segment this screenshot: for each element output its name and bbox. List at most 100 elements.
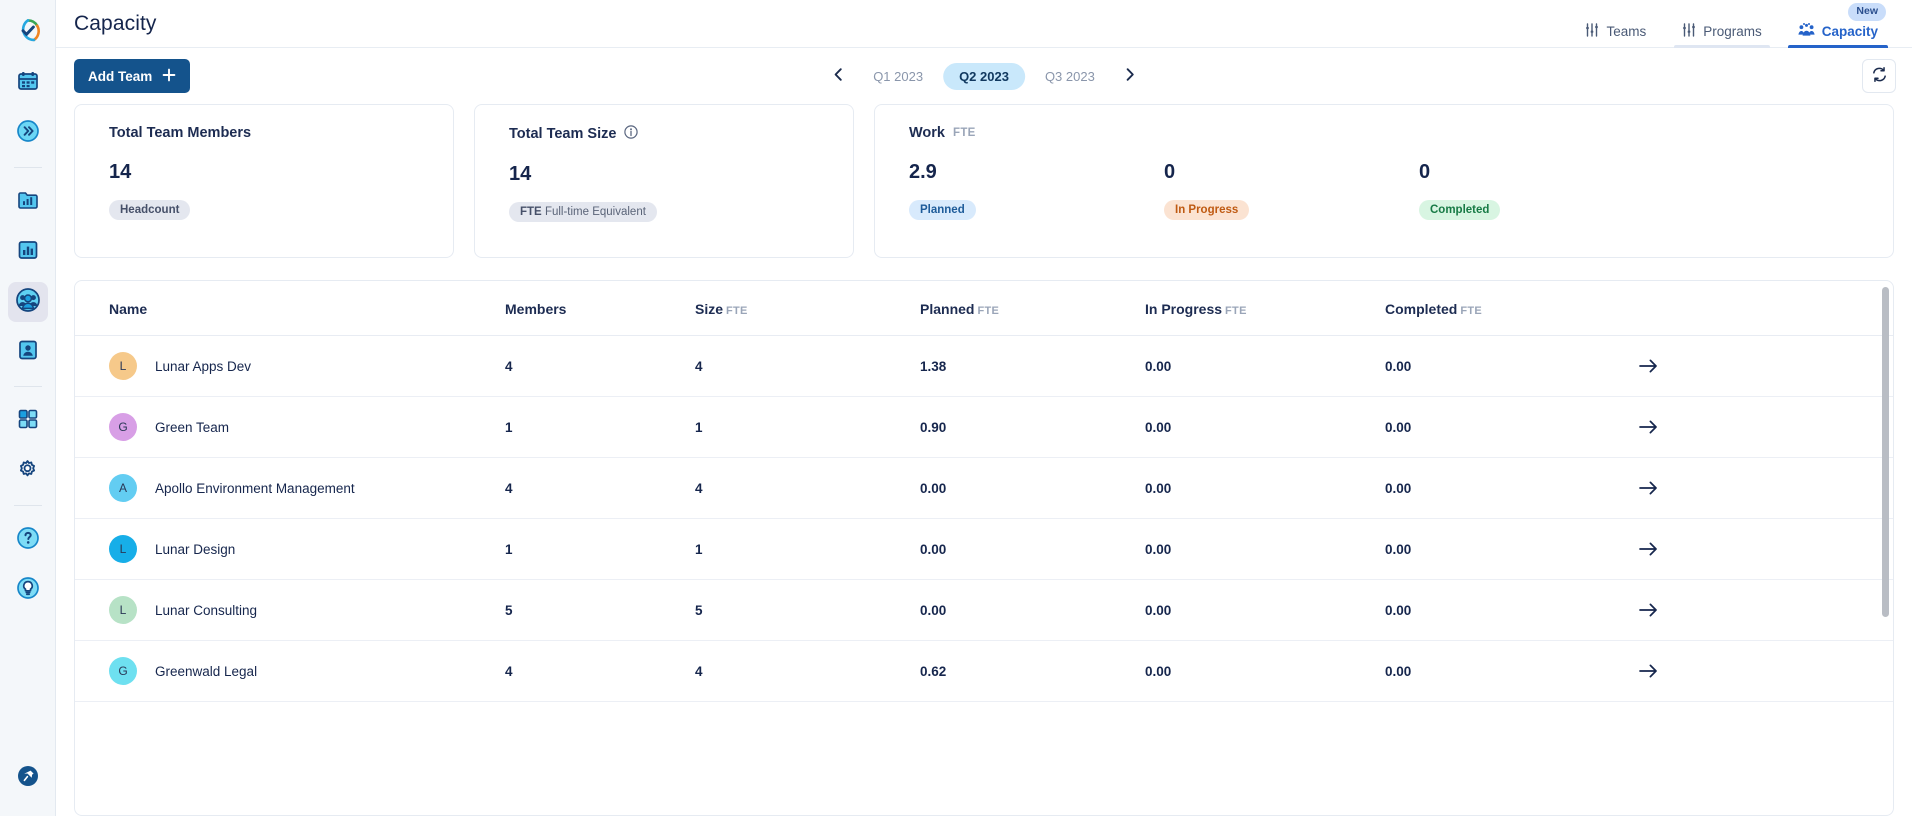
nav-item-label: Programs — [1703, 24, 1762, 39]
card-label-text: Work — [909, 125, 945, 141]
next-quarter-button[interactable] — [1115, 61, 1145, 91]
team-name: Greenwald Legal — [155, 664, 257, 679]
avatar: A — [109, 474, 137, 502]
sidebar-item-people[interactable] — [8, 332, 48, 372]
quarter-q3-2023[interactable]: Q3 2023 — [1029, 63, 1111, 90]
status-badge: In Progress — [1164, 200, 1249, 220]
column-header-size[interactable]: SizeFTE — [695, 281, 920, 336]
card-value: 0 — [1164, 161, 1419, 184]
cell-actions[interactable] — [1635, 641, 1893, 702]
column-header-completed[interactable]: CompletedFTE — [1385, 281, 1635, 336]
sidebar-item-pin[interactable] — [8, 758, 48, 798]
cell-actions[interactable] — [1635, 519, 1893, 580]
sidebar-item-analytics[interactable] — [8, 232, 48, 272]
prev-quarter-button[interactable] — [823, 61, 853, 91]
cell-planned: 0.00 — [920, 458, 1145, 519]
cell-name: LLunar Consulting — [75, 580, 505, 641]
column-header-in-progress[interactable]: In ProgressFTE — [1145, 281, 1385, 336]
arrow-right-icon[interactable] — [1635, 663, 1893, 679]
quarter-q2-2023[interactable]: Q2 2023 — [943, 63, 1025, 90]
team-name: Lunar Consulting — [155, 603, 257, 618]
team-name: Lunar Design — [155, 542, 235, 557]
card-label: Work FTE — [909, 125, 1893, 141]
nav-item-label: Capacity — [1822, 24, 1878, 39]
column-header-members[interactable]: Members — [505, 281, 695, 336]
cell-completed: 0.00 — [1385, 458, 1635, 519]
cell-actions[interactable] — [1635, 580, 1893, 641]
card-label: Total Team Size — [509, 125, 853, 143]
table-body: LLunar Apps Dev441.380.000.00GGreen Team… — [75, 336, 1893, 702]
avatar: L — [109, 352, 137, 380]
table-scrollbar[interactable] — [1882, 287, 1889, 809]
team-name: Green Team — [155, 420, 229, 435]
table-row[interactable]: LLunar Consulting550.000.000.00 — [75, 580, 1893, 641]
cell-name: GGreen Team — [75, 397, 505, 458]
add-team-button[interactable]: Add Team — [74, 59, 190, 93]
top-nav: Teams Programs — [1567, 0, 1896, 48]
arrow-right-icon[interactable] — [1635, 419, 1893, 435]
cell-size: 5 — [695, 580, 920, 641]
sidebar-item-help[interactable] — [8, 520, 48, 560]
table-row[interactable]: LLunar Design110.000.000.00 — [75, 519, 1893, 580]
cell-in-progress: 0.00 — [1145, 336, 1385, 397]
sidebar-item-tips[interactable] — [8, 570, 48, 610]
nav-item-programs[interactable]: Programs — [1664, 0, 1780, 48]
chip-text: Full-time Equivalent — [545, 206, 646, 218]
circle-check-logo-icon — [15, 18, 41, 49]
scrollbar-thumb[interactable] — [1882, 287, 1889, 617]
sidebar-item-logo[interactable] — [8, 13, 48, 53]
info-icon[interactable] — [624, 125, 638, 143]
cell-in-progress: 0.00 — [1145, 458, 1385, 519]
cell-completed: 0.00 — [1385, 519, 1635, 580]
sidebar-item-settings[interactable] — [8, 451, 48, 491]
work-col-planned: 2.9 Planned — [909, 141, 1164, 220]
column-header-planned[interactable]: PlannedFTE — [920, 281, 1145, 336]
column-label: Completed — [1385, 301, 1457, 317]
table-row[interactable]: LLunar Apps Dev441.380.000.00 — [75, 336, 1893, 397]
cell-actions[interactable] — [1635, 458, 1893, 519]
arrow-right-icon[interactable] — [1635, 541, 1893, 557]
chip-abbrev: FTE — [520, 206, 542, 218]
cell-planned: 0.90 — [920, 397, 1145, 458]
table-header: Name Members SizeFTE PlannedFTE In Progr… — [75, 281, 1893, 336]
pin-icon — [16, 764, 40, 793]
column-unit: FTE — [726, 305, 748, 317]
status-badge: Headcount — [109, 200, 190, 220]
refresh-icon — [1871, 66, 1888, 86]
quarter-q1-2023[interactable]: Q1 2023 — [857, 63, 939, 90]
avatar: G — [109, 657, 137, 685]
table-row[interactable]: AApollo Environment Management440.000.00… — [75, 458, 1893, 519]
sidebar-item-reports-folder[interactable] — [8, 182, 48, 222]
sidebar-item-apps[interactable] — [8, 401, 48, 441]
cell-actions[interactable] — [1635, 397, 1893, 458]
cell-members: 4 — [505, 458, 695, 519]
work-col-completed: 0 Completed — [1419, 141, 1674, 220]
cell-actions[interactable] — [1635, 336, 1893, 397]
cell-completed: 0.00 — [1385, 641, 1635, 702]
table-row[interactable]: GGreenwald Legal440.620.000.00 — [75, 641, 1893, 702]
user-card-icon — [17, 339, 39, 366]
nav-item-label: Teams — [1606, 24, 1646, 39]
card-total-team-members: Total Team Members 14 Headcount — [74, 104, 454, 258]
column-header-name[interactable]: Name — [75, 281, 505, 336]
team-name: Lunar Apps Dev — [155, 359, 251, 374]
nav-item-teams[interactable]: Teams — [1567, 0, 1664, 48]
double-chevron-right-icon — [16, 119, 40, 148]
refresh-button[interactable] — [1862, 59, 1896, 93]
table-row[interactable]: GGreen Team110.900.000.00 — [75, 397, 1893, 458]
status-badge: Planned — [909, 200, 976, 220]
arrow-right-icon[interactable] — [1635, 602, 1893, 618]
cell-name: G Greenwald Legal — [75, 641, 505, 702]
sidebar-divider — [14, 505, 42, 506]
cell-size: 1 — [695, 519, 920, 580]
work-col-in-progress: 0 In Progress — [1164, 141, 1419, 220]
arrow-right-icon[interactable] — [1635, 358, 1893, 374]
column-label: Members — [505, 301, 566, 317]
sliders-icon — [1682, 23, 1696, 40]
sidebar-item-expand[interactable] — [8, 113, 48, 153]
folder-chart-icon — [17, 189, 39, 216]
arrow-right-icon[interactable] — [1635, 480, 1893, 496]
sidebar-item-calendar[interactable] — [8, 63, 48, 103]
table-header-row: Name Members SizeFTE PlannedFTE In Progr… — [75, 281, 1893, 336]
sidebar-item-teams[interactable] — [8, 282, 48, 322]
